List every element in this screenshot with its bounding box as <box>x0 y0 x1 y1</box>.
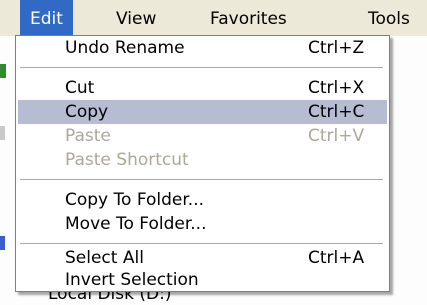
menu-item-paste-shortcut[interactable]: Paste Shortcut <box>18 148 387 172</box>
menu-item-invert-selection[interactable]: Invert Selection <box>18 268 387 292</box>
green-icon <box>0 64 6 78</box>
menu-bar: Edit View Favorites Tools <box>0 0 427 36</box>
menu-item-shortcut: Ctrl+A <box>308 248 365 268</box>
menu-item-undo-rename[interactable]: Undo Rename Ctrl+Z <box>18 36 387 60</box>
menu-item-copy-to-folder[interactable]: Copy To Folder... <box>18 188 387 212</box>
menu-item-copy[interactable]: Copy Ctrl+C <box>18 100 387 124</box>
menu-separator <box>20 67 383 68</box>
menu-separator <box>20 179 383 180</box>
menu-item-shortcut: Ctrl+X <box>308 78 365 98</box>
menu-view[interactable]: View <box>116 0 156 36</box>
menu-item-label: Invert Selection <box>65 270 199 290</box>
menu-item-paste[interactable]: Paste Ctrl+V <box>18 124 387 148</box>
menu-item-cut[interactable]: Cut Ctrl+X <box>18 76 387 100</box>
menu-item-label: Undo Rename <box>65 38 185 58</box>
drive-icon <box>0 236 5 250</box>
menu-item-label: Move To Folder... <box>65 214 207 234</box>
menu-item-move-to-folder[interactable]: Move To Folder... <box>18 212 387 236</box>
menu-item-label: Cut <box>65 78 95 98</box>
menu-edit[interactable]: Edit <box>20 0 73 36</box>
menu-item-label: Copy To Folder... <box>65 190 205 210</box>
folder-icon <box>0 126 5 140</box>
menu-item-label: Paste Shortcut <box>65 150 189 170</box>
menu-item-label: Select All <box>65 248 144 268</box>
menu-favorites[interactable]: Favorites <box>210 0 287 36</box>
menu-item-label: Copy <box>65 102 109 122</box>
menu-tools[interactable]: Tools <box>368 0 410 36</box>
menu-item-select-all[interactable]: Select All Ctrl+A <box>18 246 387 270</box>
menu-item-shortcut: Ctrl+V <box>308 126 365 146</box>
menu-item-label: Paste <box>65 126 111 146</box>
menu-separator <box>20 243 383 244</box>
menu-item-shortcut: Ctrl+Z <box>308 38 365 58</box>
menu-item-shortcut: Ctrl+C <box>308 102 365 122</box>
edit-menu-dropdown: Undo Rename Ctrl+Z Cut Ctrl+X Copy Ctrl+… <box>15 35 390 292</box>
